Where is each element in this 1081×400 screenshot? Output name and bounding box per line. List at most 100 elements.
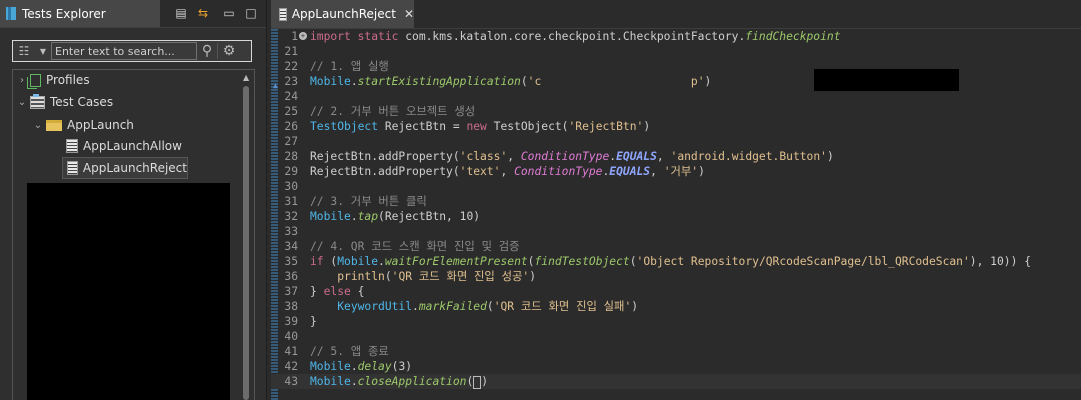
code-line[interactable]: 26 TestObject RejectBtn = new TestObject(… [271, 119, 1081, 134]
code-token: 'QR 코드 화면 진입 실패' [493, 300, 632, 313]
line-number: 37 [284, 285, 298, 298]
code-token: ), 10)) { [969, 255, 1031, 268]
line-number: 23 [284, 75, 298, 88]
scroll-up-icon[interactable]: ▲ [243, 73, 249, 82]
line-number: 26 [284, 120, 298, 133]
code-token: . [378, 255, 385, 268]
code-line[interactable]: 30 [271, 179, 1081, 194]
code-token: ( [466, 375, 474, 388]
code-line[interactable]: 32 Mobile.tap(RejectBtn, 10) [271, 209, 1081, 224]
code-line[interactable]: 36 println('QR 코드 화면 진입 성공') [271, 269, 1081, 284]
code-line[interactable]: 40 [271, 329, 1081, 344]
code-token: } [310, 315, 317, 328]
code-line[interactable]: 22 // 1. 앱 실행 [271, 59, 1081, 74]
redacted-area [814, 69, 959, 91]
code-line[interactable]: 27 [271, 134, 1081, 149]
code-text: Mobile.startExistingApplication('c p') [310, 74, 711, 89]
code-token: 'QR 코드 화면 진입 성공' [391, 270, 530, 283]
line-number: 39 [284, 315, 298, 328]
chevron-down-icon[interactable]: ⌄ [16, 97, 28, 108]
tree-item-applaunchreject[interactable]: AppLaunchReject [62, 157, 188, 179]
maximize-icon[interactable]: □ [242, 5, 260, 21]
tree-item-applaunchallow[interactable]: AppLaunchAllow [64, 136, 182, 156]
code-token: ) [698, 165, 705, 178]
tree-item-label: Profiles [46, 73, 90, 87]
search-input[interactable] [51, 42, 197, 60]
tree-item-label: AppLaunch [67, 118, 134, 132]
code-line[interactable]: 23 ▲ Mobile.startExistingApplication('c p'… [271, 74, 1081, 90]
code-text: // 5. 앱 종료 [310, 344, 389, 359]
chevron-down-icon[interactable]: ⌄ [32, 120, 44, 131]
editor-tab-applaunchreject[interactable]: AppLaunchReject ✕ [271, 0, 414, 28]
code-token: 'Object Repository/QRcodeScanPage/lbl_QR… [636, 255, 970, 268]
collapse-all-icon[interactable]: ▤ [172, 5, 190, 21]
code-line[interactable]: 33 [271, 224, 1081, 239]
code-text: TestObject RejectBtn = new TestObject('R… [310, 119, 650, 134]
code-token: // 1. 앱 실행 [310, 60, 389, 73]
search-icon[interactable]: ⚲ [197, 43, 217, 59]
test-case-icon [279, 7, 287, 21]
tests-explorer-tab[interactable]: Tests Explorer [0, 0, 160, 27]
test-cases-icon [30, 93, 45, 109]
code-token: ) [643, 120, 651, 133]
line-number: 43 [284, 375, 298, 388]
filter-dropdown-icon[interactable]: ▼ [35, 47, 51, 56]
tree-item-label: AppLaunchAllow [83, 139, 182, 153]
code-token: , [507, 150, 521, 163]
code-line[interactable]: 29 RejectBtn.addProperty('text', Conditio… [271, 164, 1081, 179]
close-icon[interactable]: ✕ [404, 7, 414, 21]
code-text: // 2. 거부 버튼 오브젝트 생성 [310, 104, 475, 119]
code-text: Mobile.closeApplication() [310, 374, 488, 389]
link-with-editor-icon[interactable]: ⇆ [194, 5, 212, 21]
code-token: '거부' [663, 165, 699, 178]
code-token: . [350, 75, 358, 88]
code-line[interactable]: 1 + import static com.kms.katalon.core.che… [271, 29, 1081, 44]
code-token: TestObject [310, 120, 379, 133]
tree-item-test-cases[interactable]: ⌄ Test Cases [16, 92, 113, 112]
code-token: p' [541, 75, 705, 88]
code-token: Mobile [337, 255, 379, 268]
code-line[interactable]: 31 // 3. 거부 버튼 클릭 [271, 194, 1081, 209]
code-token: // 2. 거부 버튼 오브젝트 생성 [310, 105, 476, 118]
tests-explorer-tabbar: Tests Explorer ▤ ⇆ ▭ □ [0, 0, 266, 28]
line-number: 42 [284, 360, 298, 373]
scrollbar-thumb[interactable] [243, 86, 249, 400]
code-line[interactable]: 28 RejectBtn.addProperty('class', Conditi… [271, 149, 1081, 164]
code-line[interactable]: 43 Mobile.closeApplication() [271, 374, 1081, 389]
code-token: RejectBtn.addProperty( [310, 150, 460, 163]
code-text: if (Mobile.waitForElementPresent(findTes… [310, 254, 1031, 269]
search-bar: ☷ ▼ ⚲ ⚙ [12, 40, 252, 62]
code-token: import static [310, 30, 406, 43]
line-number: 22 [284, 60, 298, 73]
code-token: . [350, 360, 358, 373]
code-line[interactable]: 34 // 4. QR 코드 스캔 화면 진입 및 검증 [271, 239, 1081, 254]
code-line[interactable]: 41 // 5. 앱 종료 [271, 344, 1081, 359]
code-text: } else { [310, 284, 364, 299]
code-line[interactable]: 38 KeywordUtil.markFailed('QR 코드 화면 진입 실… [271, 299, 1081, 314]
code-token: TestObject( [493, 120, 569, 133]
code-line[interactable]: 37 } else { [271, 284, 1081, 299]
test-case-icon [66, 139, 78, 153]
folder-icon [46, 119, 62, 131]
line-number: 29 [284, 165, 298, 178]
minimize-icon[interactable]: ▭ [220, 5, 238, 21]
code-line[interactable]: 25 // 2. 거부 버튼 오브젝트 생성 [271, 104, 1081, 119]
filter-icon[interactable]: ☷ [13, 44, 35, 58]
code-line[interactable]: 24 [271, 89, 1081, 104]
advanced-search-icon[interactable]: ⚙ [217, 43, 240, 59]
code-token: waitForElementPresent [384, 255, 528, 268]
code-token: , [656, 150, 671, 163]
code-token: Mobile [310, 75, 351, 88]
tree-item-applaunch[interactable]: ⌄ AppLaunch [32, 115, 134, 135]
code-line[interactable]: 39} [271, 314, 1081, 329]
code-line[interactable]: 35 if (Mobile.waitForElementPresent(findT… [271, 254, 1081, 269]
code-line[interactable]: 21 [271, 44, 1081, 59]
code-text: import static com.kms.katalon.core.check… [310, 29, 841, 44]
code-text: Mobile.tap(RejectBtn, 10) [310, 209, 480, 224]
code-line[interactable]: 42 Mobile.delay(3) [271, 359, 1081, 374]
tree-item-profiles[interactable]: › Profiles [16, 70, 90, 90]
code-token: ( [520, 75, 528, 88]
fold-expand-icon[interactable]: + [299, 32, 307, 40]
